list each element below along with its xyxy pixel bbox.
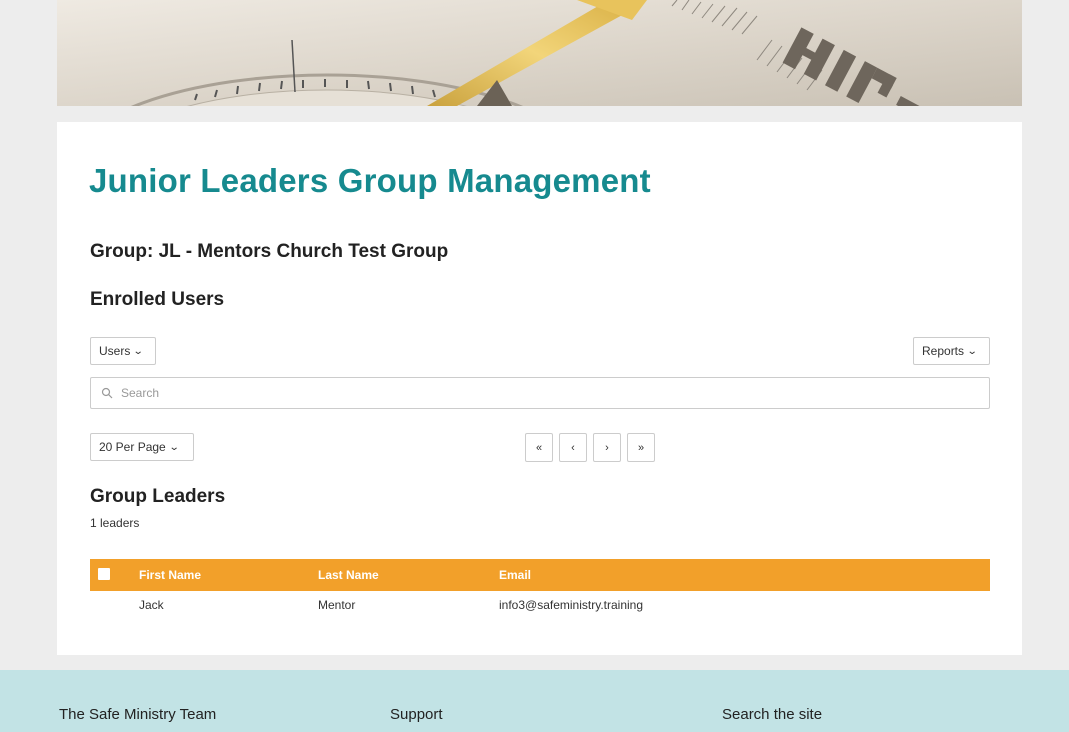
previous-page-button[interactable]: ‹ xyxy=(559,433,587,462)
table-header-row: First Name Last Name Email xyxy=(90,559,990,591)
chevron-down-icon: ⌄ xyxy=(133,345,144,357)
last-page-button[interactable]: » xyxy=(627,433,655,462)
page-title: Junior Leaders Group Management xyxy=(89,162,651,199)
reports-dropdown-label: Reports xyxy=(922,344,965,358)
first-page-button[interactable]: « xyxy=(525,433,553,462)
select-all-checkbox[interactable] xyxy=(98,568,110,580)
site-footer: The Safe Ministry Team Support Search th… xyxy=(0,670,1069,732)
enrolled-users-heading: Enrolled Users xyxy=(90,289,225,310)
next-page-button[interactable]: › xyxy=(593,433,621,462)
reports-dropdown-button[interactable]: Reports ⌄ xyxy=(913,337,990,365)
footer-search-heading: Search the site xyxy=(722,706,823,723)
leaders-table: First Name Last Name Email Jack Mentor i… xyxy=(90,559,990,619)
column-header-first-name[interactable]: First Name xyxy=(139,568,201,582)
footer-support-heading: Support xyxy=(390,706,443,723)
table-row[interactable]: Jack Mentor info3@safeministry.training xyxy=(90,591,990,619)
cell-last-name: Mentor xyxy=(318,598,356,612)
per-page-dropdown-button[interactable]: 20 Per Page ⌄ xyxy=(90,433,194,461)
search-field[interactable] xyxy=(90,377,990,409)
pagination: « ‹ › » xyxy=(525,433,655,462)
per-page-label: 20 Per Page xyxy=(99,440,166,454)
group-leaders-heading: Group Leaders xyxy=(90,486,226,507)
group-heading: Group: JL - Mentors Church Test Group xyxy=(90,241,449,262)
chevron-down-icon: ⌄ xyxy=(168,441,180,453)
main-content-card: Junior Leaders Group Management Group: J… xyxy=(57,122,1022,655)
users-dropdown-button[interactable]: Users ⌄ xyxy=(90,337,156,365)
users-dropdown-label: Users xyxy=(99,344,131,358)
search-input[interactable] xyxy=(119,385,963,401)
search-icon xyxy=(101,387,113,399)
cell-first-name: Jack xyxy=(139,598,164,612)
column-header-email[interactable]: Email xyxy=(499,568,531,582)
chevron-down-icon: ⌄ xyxy=(966,345,978,357)
cell-email: info3@safeministry.training xyxy=(499,598,644,612)
compass-banner-graphic xyxy=(57,0,1022,106)
header-banner-image xyxy=(57,0,1022,106)
leaders-count: 1 leaders xyxy=(90,516,140,530)
footer-team-heading: The Safe Ministry Team xyxy=(59,706,217,723)
column-header-last-name[interactable]: Last Name xyxy=(318,568,379,582)
